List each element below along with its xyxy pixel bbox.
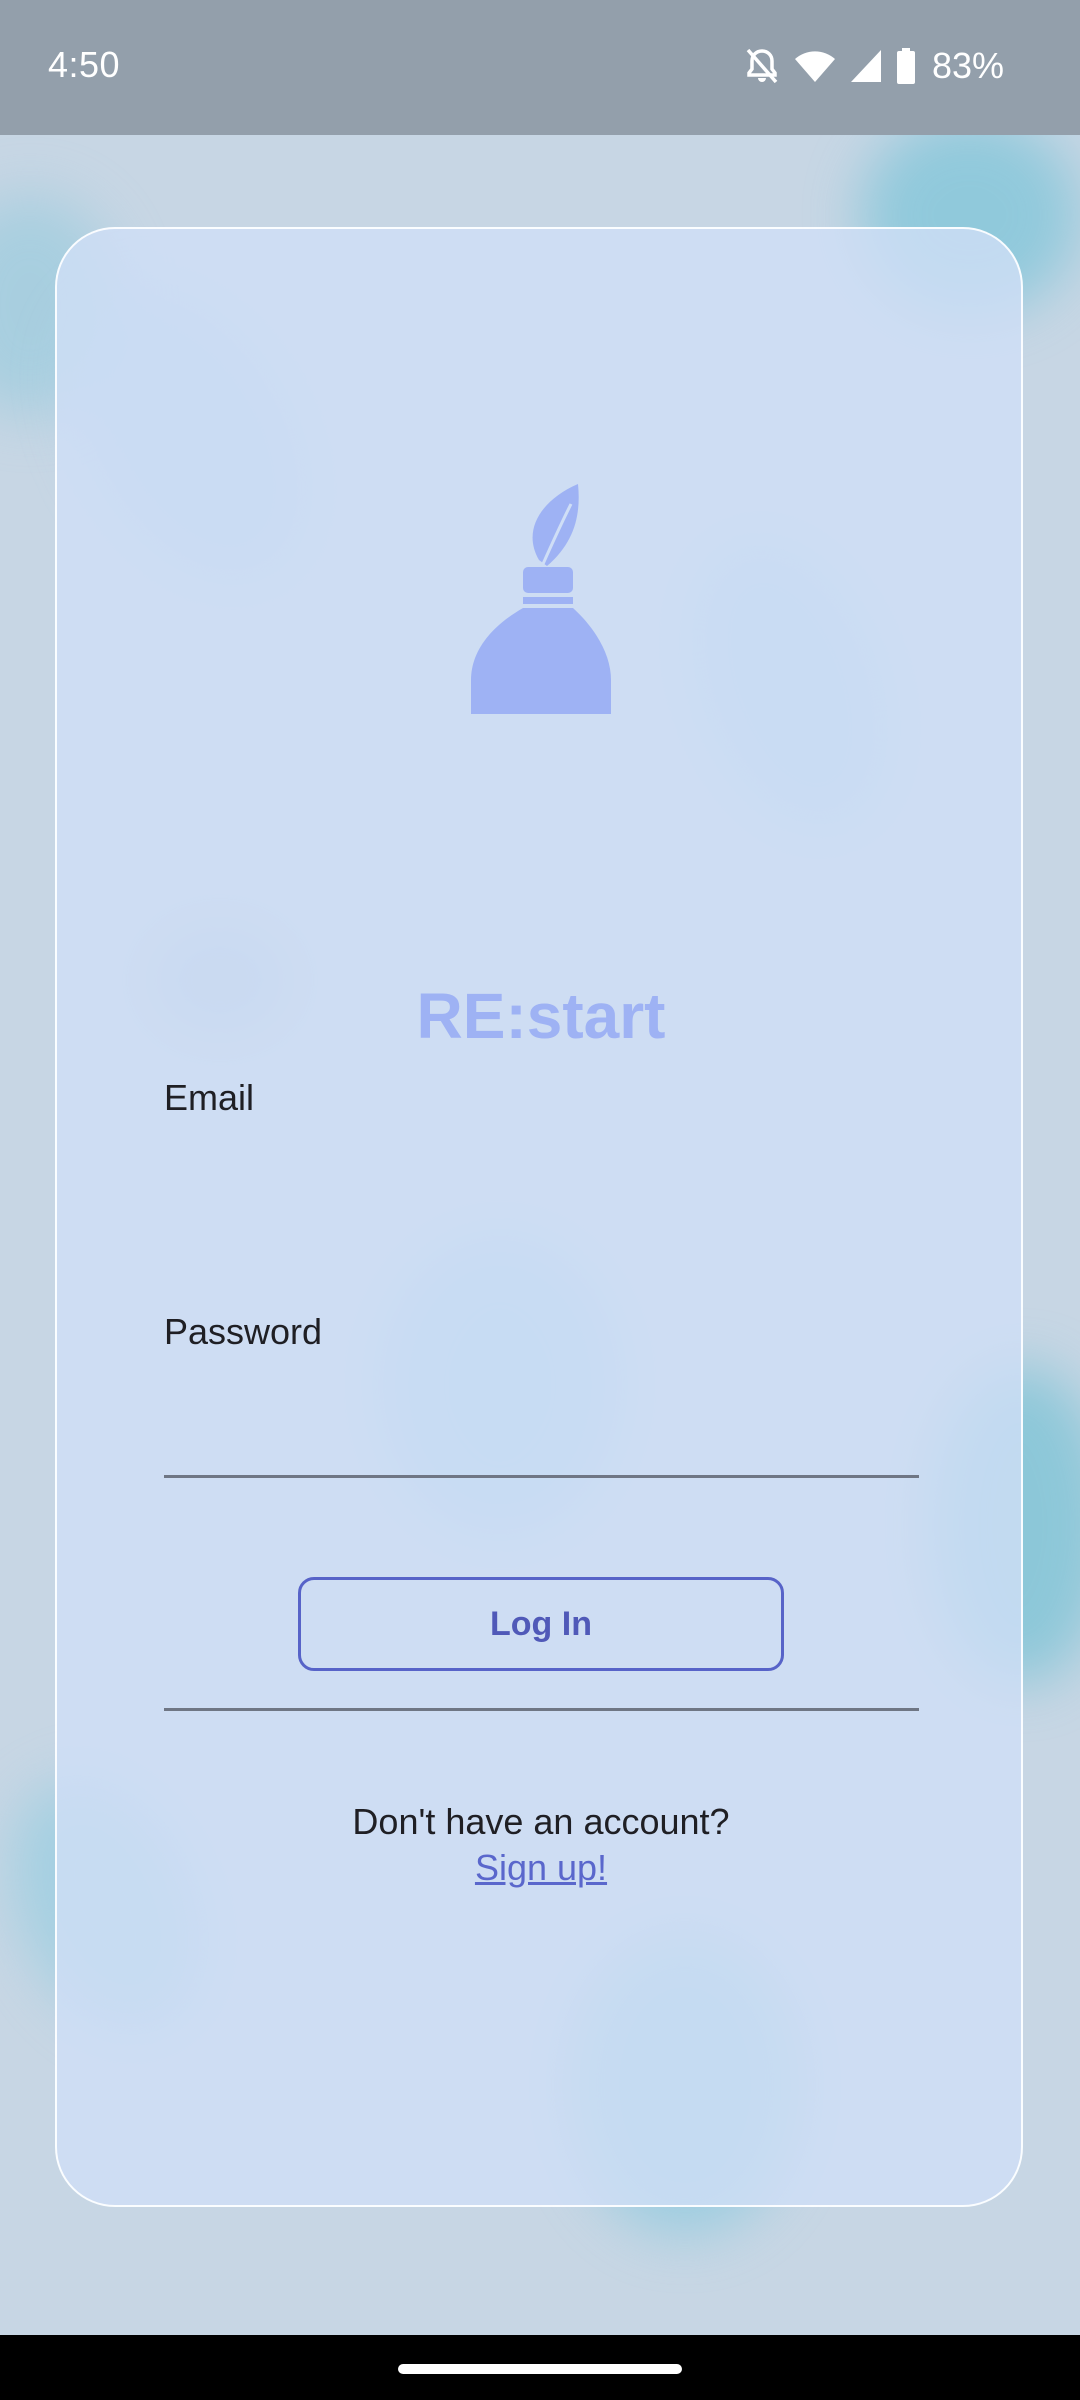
navigation-bar — [0, 2335, 1080, 2400]
login-button[interactable]: Log In — [298, 1577, 784, 1671]
email-field[interactable] — [164, 1398, 919, 1478]
signup-link[interactable]: Sign up! — [57, 1847, 1021, 1889]
mute-icon — [744, 47, 780, 85]
home-indicator[interactable] — [398, 2364, 682, 2374]
status-bar: 4:50 83% — [0, 0, 1080, 135]
wifi-icon — [794, 49, 836, 83]
bottle-leaf-icon — [471, 484, 611, 714]
app-name: RE:start — [416, 980, 666, 1052]
signal-icon — [850, 49, 882, 83]
email-label: Email — [164, 1077, 255, 1118]
password-label: Password — [164, 1311, 323, 1352]
battery-percent: 83% — [931, 45, 1004, 86]
signup-prompt: Don't have an account? — [352, 1801, 730, 1842]
status-icons: 83% — [744, 44, 1004, 88]
status-time: 4:50 — [48, 44, 121, 85]
battery-icon — [896, 48, 916, 84]
login-card: RE:start Email Password Log In Don't hav… — [55, 227, 1023, 2207]
